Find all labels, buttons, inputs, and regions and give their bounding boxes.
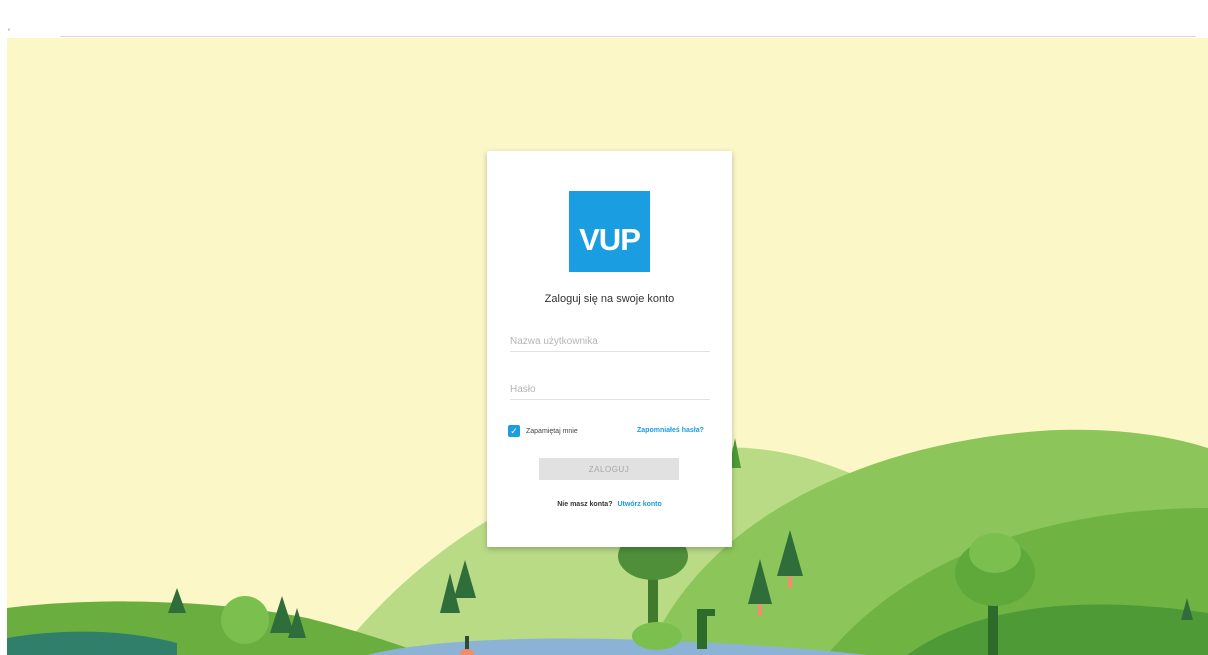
login-button[interactable]: ZALOGUJ <box>539 458 679 480</box>
signup-prompt: Nie masz konta? Utwórz konto <box>487 501 732 508</box>
browser-top-bar: ‘ <box>0 0 1208 37</box>
login-title: Zaloguj się na swoje konto <box>544 293 675 305</box>
username-input[interactable] <box>510 331 710 352</box>
top-divider <box>60 36 1196 37</box>
top-left-mark: ‘ <box>8 27 10 37</box>
logo-text: VUP <box>579 222 641 257</box>
check-icon: ✓ <box>510 425 518 436</box>
remember-me[interactable]: ✓ Zapamiętaj mnie <box>508 424 578 438</box>
vup-logo: VUP <box>569 191 650 272</box>
password-input[interactable] <box>510 379 710 400</box>
create-account-link[interactable]: Utwórz konto <box>617 501 661 508</box>
remember-checkbox[interactable]: ✓ <box>508 425 520 437</box>
forgot-password-link[interactable]: Zapomniałeś hasła? <box>637 427 704 434</box>
remember-label: Zapamiętaj mnie <box>526 427 578 435</box>
no-account-text: Nie masz konta? <box>557 501 613 508</box>
login-card: VUP Zaloguj się na swoje konto ✓ Zapamię… <box>487 151 732 547</box>
